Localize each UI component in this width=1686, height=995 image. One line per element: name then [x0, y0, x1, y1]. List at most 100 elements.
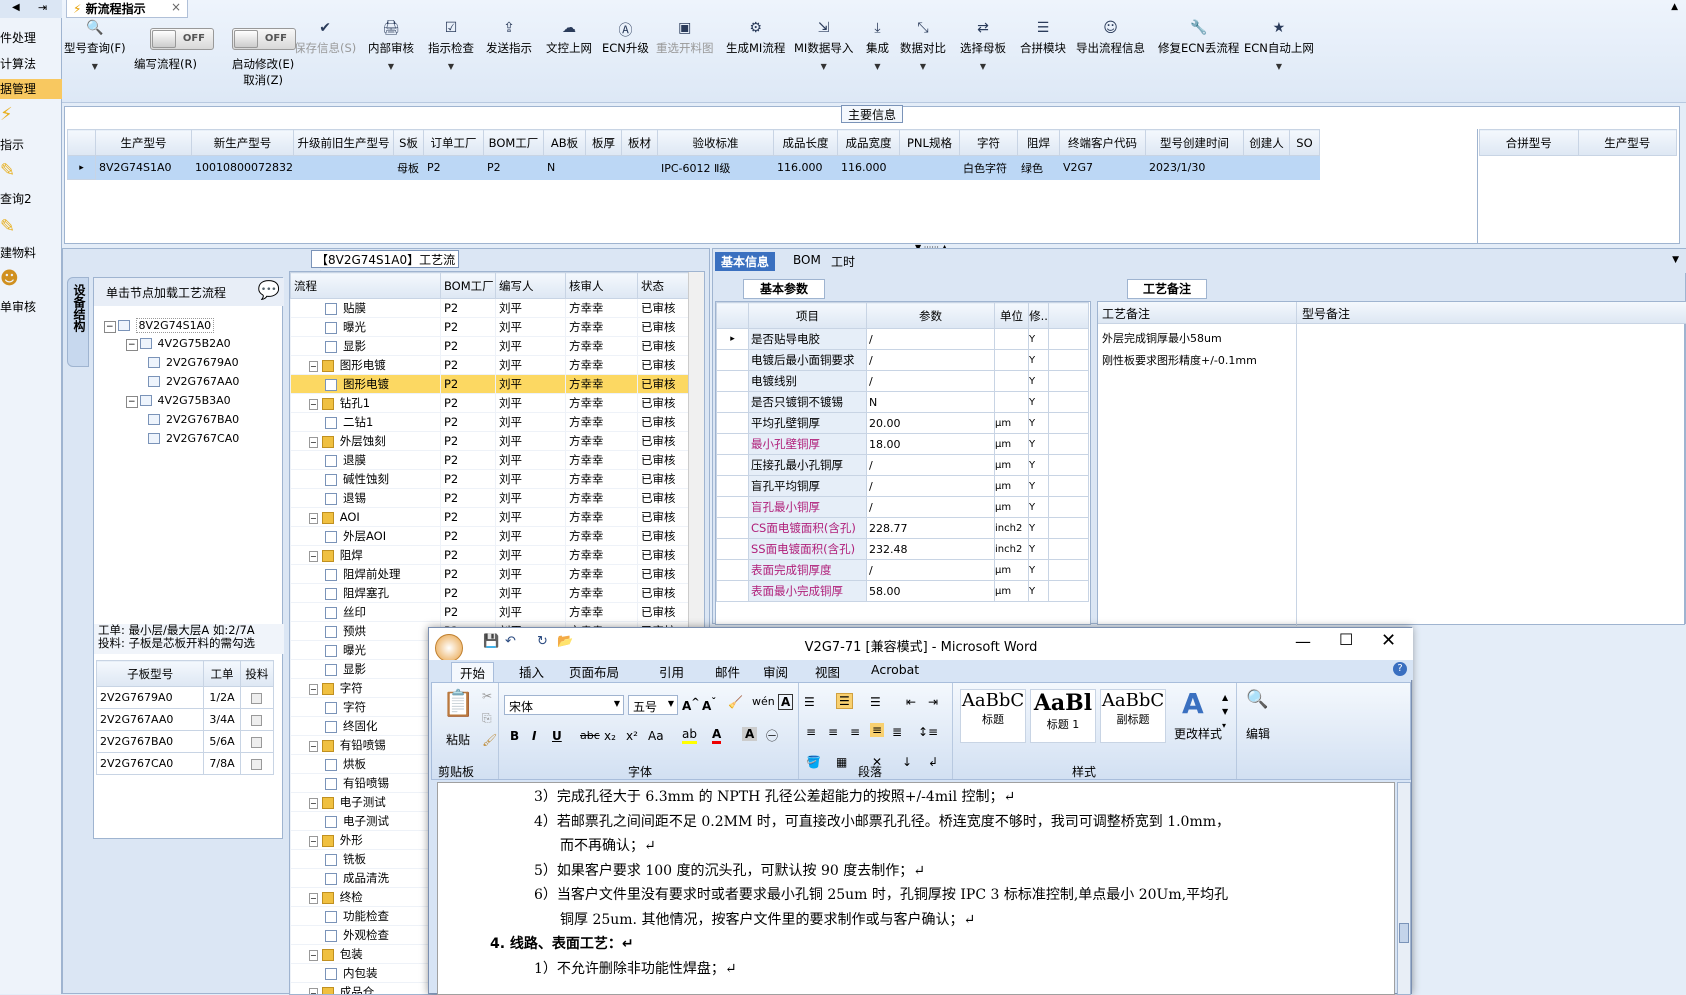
toolbar-button-shuffle[interactable]: ⇄选择母板▼	[960, 20, 1006, 71]
main-info-cell[interactable]: P2	[423, 156, 483, 180]
column-header[interactable]: S板	[393, 130, 423, 156]
strike-icon[interactable]: abc	[580, 729, 600, 742]
justify-icon[interactable]: ≡	[870, 723, 884, 737]
paste-button[interactable]: 粘贴	[446, 731, 470, 748]
table-row[interactable]: 电镀后最小面铜要求/Y	[717, 350, 1089, 371]
toolbar-button-search[interactable]: 🔍型号查询(F)▼	[64, 20, 126, 71]
chevron-down-icon[interactable]: ▼	[1244, 62, 1314, 71]
main-info-cell[interactable]: IPC-6012 Ⅱ级	[657, 156, 773, 180]
main-info-cell[interactable]: P2	[483, 156, 543, 180]
column-header[interactable]: BOM工厂	[441, 273, 496, 299]
table-row[interactable]: 退膜P2刘平方幸幸已审核	[291, 451, 691, 470]
clear-format-icon[interactable]: 🧹	[728, 695, 743, 709]
column-header[interactable]: 阻焊	[1017, 130, 1059, 156]
tree-node[interactable]: −4V2G75B2A0	[126, 336, 231, 354]
tree-node[interactable]: 2V2G767CA0	[148, 431, 239, 449]
edit-button[interactable]: 编辑	[1246, 725, 1270, 742]
word-scrollbar[interactable]	[1397, 782, 1411, 995]
style-gallery-item[interactable]: AaBbC标题	[960, 689, 1026, 743]
toolbar-button-check[interactable]: ✔保存信息(S)	[294, 20, 356, 56]
tree-node[interactable]: −8V2G74S1A0	[104, 318, 214, 336]
table-row[interactable]: 电镀线别/Y	[717, 371, 1089, 392]
column-header[interactable]: 单位	[995, 303, 1029, 329]
style-gallery-item[interactable]: AaBl标题 1	[1030, 689, 1096, 743]
change-styles-icon[interactable]: A	[1182, 687, 1204, 720]
bold-icon[interactable]: B	[510, 729, 519, 743]
column-header[interactable]: 编写人	[496, 273, 566, 299]
collapse-icon[interactable]: −	[309, 684, 318, 695]
table-row[interactable]: 2V2G767AA03/4A	[97, 709, 274, 731]
chevron-down-icon[interactable]: ▼	[64, 62, 126, 71]
close-icon[interactable]: ✕	[1381, 630, 1396, 651]
column-header[interactable]: 工艺备注	[1102, 305, 1150, 322]
table-row[interactable]: 平均孔壁铜厚20.00μmY	[717, 413, 1089, 434]
doc-paragraph[interactable]: 4）若邮票孔之间间距不足 0.2MM 时，可直接改小邮票孔孔径。桥连宽度不够时，…	[490, 810, 1350, 835]
tree-node[interactable]: 2V2G767AA0	[148, 374, 239, 392]
cut-icon[interactable]: ✂	[482, 689, 492, 703]
grow-font-icon[interactable]: A^	[682, 697, 700, 713]
numbering-icon[interactable]: ☰	[836, 693, 853, 709]
shrink-font-icon[interactable]: Aˇ	[702, 697, 716, 713]
sidebar-item-3[interactable]: 指示	[0, 136, 62, 153]
column-header[interactable]: 验收标准	[657, 130, 773, 156]
word-tab-7[interactable]: Acrobat	[863, 662, 927, 677]
main-info-cell[interactable]	[1289, 156, 1319, 180]
column-header[interactable]: 项目	[749, 303, 867, 329]
column-header[interactable]: 投料	[240, 661, 273, 687]
collapse-icon[interactable]: −	[309, 798, 318, 809]
column-header[interactable]: 状态	[638, 273, 691, 299]
toolbar-button-download[interactable]: ⤓集成▼	[866, 20, 889, 71]
column-header[interactable]: 板材	[621, 130, 657, 156]
column-header[interactable]: 工单	[204, 661, 240, 687]
chevron-down-icon[interactable]: ▼	[960, 62, 1006, 71]
collapse-icon[interactable]: −	[309, 836, 318, 847]
column-header[interactable]: 流程	[291, 273, 441, 299]
main-info-cell[interactable]	[899, 156, 959, 180]
toggle-switch[interactable]: OFF	[232, 28, 296, 50]
expand-icon[interactable]: −	[126, 396, 138, 408]
distributed-icon[interactable]: ≣	[892, 725, 902, 739]
remark-line[interactable]: 外层完成铜厚最小58um	[1102, 328, 1282, 350]
toolbar-button-image[interactable]: ▣重选开料图	[656, 20, 714, 56]
doc-paragraph[interactable]: 6）当客户文件里没有要求时或者要求最小孔铜 25um 时，孔铜厚按 IPC 3 …	[490, 883, 1350, 908]
help-icon[interactable]: ?	[1393, 662, 1407, 676]
column-header[interactable]: 子板型号	[97, 661, 204, 687]
doc-paragraph[interactable]: 3）完成孔径大于 6.3mm 的 NPTH 孔径公差超能力的按照+/-4mil …	[490, 785, 1350, 810]
table-row[interactable]: 碱性蚀刻P2刘平方幸幸已审核	[291, 470, 691, 489]
tree-node[interactable]: 2V2G7679A0	[148, 355, 239, 373]
table-row[interactable]: 丝印P2刘平方幸幸已审核	[291, 603, 691, 622]
column-header[interactable]: 升级前旧生产型号	[293, 130, 393, 156]
dropdown-icon[interactable]: ▼	[1672, 255, 1679, 265]
toolbar-button-ecn[interactable]: ⒶECN升级	[602, 20, 649, 56]
main-info-cell[interactable]: 8V2G74S1A0	[96, 156, 192, 180]
styles-scroll[interactable]: ▲▼▾	[1222, 691, 1228, 733]
table-row[interactable]: 曝光P2刘平方幸幸已审核	[291, 318, 691, 337]
collapse-icon[interactable]: −	[309, 361, 318, 372]
doc-paragraph[interactable]: 1）不允许删除非功能性焊盘；↵	[490, 957, 1350, 982]
table-row[interactable]: −外层蚀刻P2刘平方幸幸已审核	[291, 432, 691, 451]
enclose-char-icon[interactable]: ㊀	[766, 727, 778, 744]
align-center-icon[interactable]: ≡	[828, 725, 838, 739]
column-header[interactable]: 成品宽度	[837, 130, 899, 156]
sidebar-item-4[interactable]: 查询2	[0, 190, 62, 207]
table-row[interactable]: 表面完成铜厚度/μmY	[717, 560, 1089, 581]
feed-checkbox[interactable]	[251, 759, 262, 770]
column-header[interactable]: AB板	[543, 130, 585, 156]
word-tab-2[interactable]: 页面布局	[561, 662, 627, 681]
style-gallery-item[interactable]: AaBbC副标题	[1100, 689, 1166, 743]
font-color-icon[interactable]: A	[712, 727, 721, 744]
remark-line[interactable]: 刚性板要求图形精度+/-0.1mm	[1102, 350, 1282, 372]
chevron-down-icon[interactable]: ▼	[794, 62, 853, 71]
doc-paragraph[interactable]: 铜厚 25um. 其他情况，按客户文件里的要求制作或与客户确认；↵	[490, 908, 1350, 933]
main-info-cell[interactable]: 母板	[393, 156, 423, 180]
change-styles-button[interactable]: 更改样式	[1174, 725, 1222, 742]
toolbar-button-print[interactable]: 🖨内部审核▼	[368, 20, 414, 71]
table-row[interactable]: 阻焊塞孔P2刘平方幸幸已审核	[291, 584, 691, 603]
main-info-cell[interactable]: 绿色	[1017, 156, 1059, 180]
phonetic-icon[interactable]: wén	[752, 695, 775, 708]
collapse-icon[interactable]: −	[309, 950, 318, 961]
exit-icon[interactable]: ⇥	[38, 1, 47, 14]
toolbar-button-cloud[interactable]: ☁文控上网	[546, 20, 592, 56]
format-painter-icon[interactable]: 🖌	[482, 733, 497, 747]
table-row[interactable]: 盲孔最小铜厚/μmY	[717, 497, 1089, 518]
